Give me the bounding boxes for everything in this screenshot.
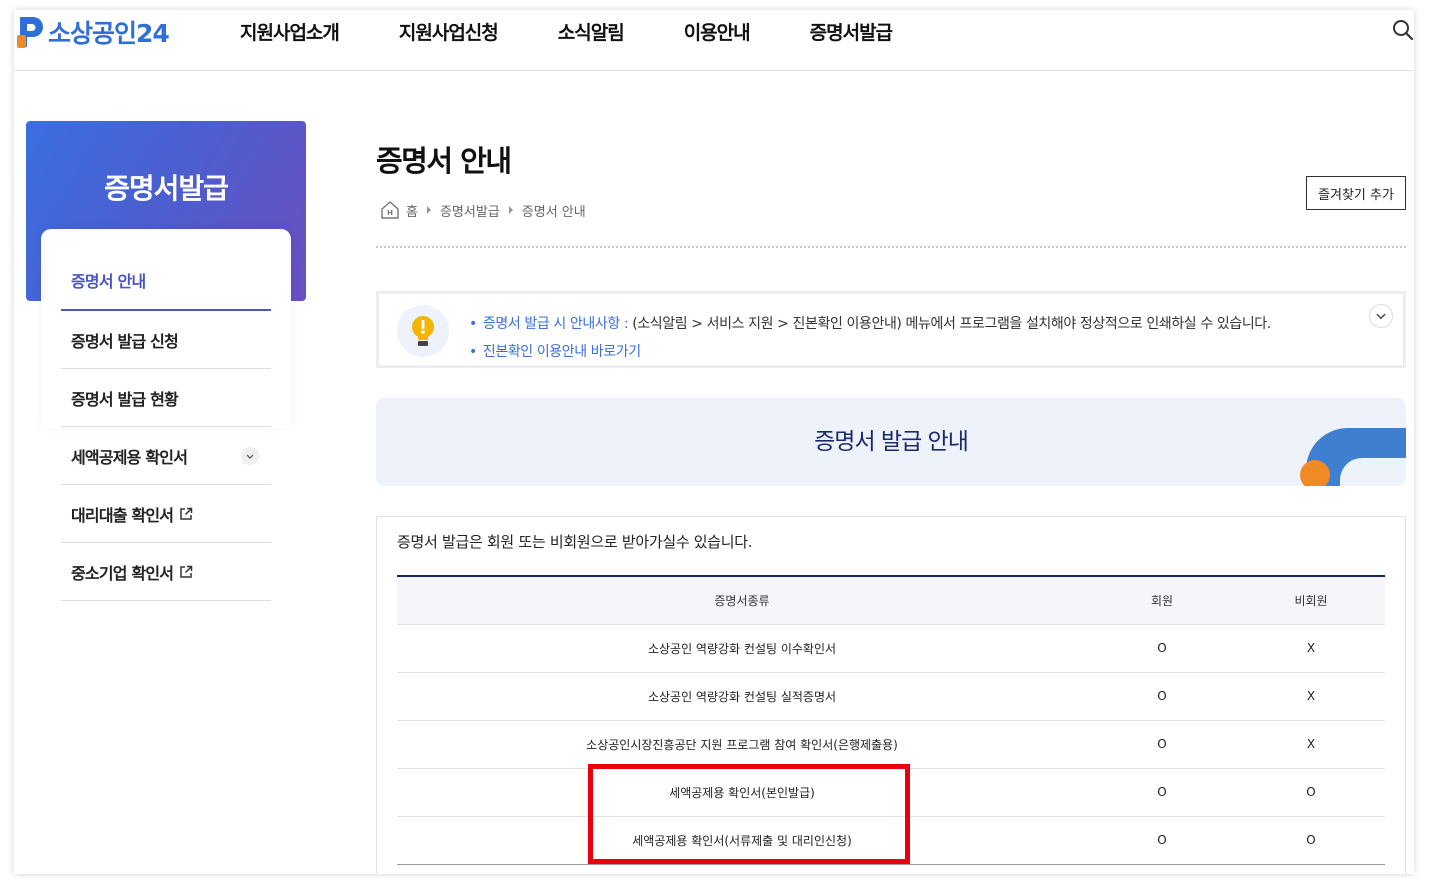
table-header-row: 증명서종류 회원 비회원: [397, 576, 1385, 624]
sidebar-item-label: 대리대출 확인서: [71, 505, 174, 525]
notice-text: • 증명서 발급 시 안내사항 : (소식알림 > 서비스 지원 > 진본확인 이…: [469, 310, 1271, 366]
cell-type: 소상공인 역량강화 컨설팅 실적증명서: [397, 671, 1087, 720]
divider: [376, 246, 1406, 248]
breadcrumb: H 홈 증명서발급 증명서 안내: [380, 200, 586, 220]
site-header: 소상공인24 지원사업소개 지원사업신청 소식알림 이용안내 증명서발급: [14, 10, 1414, 71]
sidebar-item-label: 증명서 안내: [71, 272, 146, 291]
section-banner: 증명서 발급 안내: [376, 398, 1406, 486]
sidebar-item-sme[interactable]: 중소기업 확인서: [61, 543, 271, 601]
cell-type: 소상공인 역량강화 컨설팅 이수확인서: [397, 623, 1087, 672]
chevron-down-icon[interactable]: [1369, 304, 1393, 328]
cell-member: O: [1087, 671, 1237, 720]
sidebar-item-certificate-apply[interactable]: 증명서 발급 신청: [61, 311, 271, 369]
sidebar-item-proxy-loan[interactable]: 대리대출 확인서: [61, 485, 271, 543]
nav-item-certificate[interactable]: 증명서발급: [810, 18, 893, 45]
notice-link-guide[interactable]: 증명서 발급 시 안내사항 :: [483, 316, 632, 332]
cell-nonmember: O: [1237, 767, 1385, 816]
notice-box: • 증명서 발급 시 안내사항 : (소식알림 > 서비스 지원 > 진본확인 이…: [376, 291, 1406, 368]
table-row: 소상공인시장진흥공단 지원 프로그램 참여 확인서(은행제출용) O X: [397, 719, 1385, 768]
external-link-icon: [180, 565, 193, 578]
table-row: 소상공인 역량강화 컨설팅 실적증명서 O X: [397, 671, 1385, 720]
breadcrumb-certificate[interactable]: 증명서발급: [440, 201, 500, 220]
table-row: 소상공인 역량강화 컨설팅 이수확인서 O X: [397, 623, 1385, 672]
sidebar-item-label: 증명서 발급 신청: [71, 331, 179, 351]
certificate-table: 증명서종류 회원 비회원 소상공인 역량강화 컨설팅 이수확인서 O X 소상공…: [397, 575, 1385, 865]
cell-type: 세액공제용 확인서(본인발급): [397, 767, 1087, 816]
breadcrumb-current: 증명서 안내: [521, 204, 586, 220]
lightbulb-icon: [397, 305, 449, 357]
notice-link-authentic[interactable]: 진본확인 이용안내 바로가기: [483, 344, 641, 360]
sidebar-item-label: 세액공제용 확인서: [71, 447, 188, 467]
column-header-member: 회원: [1150, 593, 1174, 608]
decorative-shape-icon: [1300, 428, 1406, 486]
cell-nonmember: X: [1237, 719, 1385, 768]
cell-nonmember: O: [1237, 815, 1385, 865]
svg-text:H: H: [387, 209, 393, 217]
cell-member: O: [1087, 623, 1237, 672]
sidebar-title: 증명서발급: [104, 172, 229, 205]
global-nav: 지원사업소개 지원사업신청 소식알림 이용안내 증명서발급: [240, 18, 952, 45]
table-row: 세액공제용 확인서(서류제출 및 대리인신청) O O: [397, 815, 1385, 865]
column-header-type: 증명서종류: [714, 593, 770, 608]
cell-member: O: [1087, 719, 1237, 768]
description-text: 증명서 발급은 회원 또는 비회원으로 받아가실수 있습니다.: [397, 533, 753, 551]
add-favorite-button[interactable]: 즐겨찾기 추가: [1306, 176, 1406, 210]
nav-item-support-intro[interactable]: 지원사업소개: [240, 18, 340, 45]
sidebar-item-tax-credit[interactable]: 세액공제용 확인서: [61, 427, 271, 485]
breadcrumb-separator-icon: [426, 206, 431, 214]
sidebar-item-certificate-guide[interactable]: 증명서 안내: [61, 251, 271, 311]
cell-member: O: [1087, 767, 1237, 816]
site-logo[interactable]: 소상공인24: [16, 14, 170, 50]
sidebar-item-certificate-status[interactable]: 증명서 발급 현황: [61, 369, 271, 427]
sidebar-menu: 증명서 안내 증명서 발급 신청 증명서 발급 현황 세액공제용 확인서 대리대…: [61, 255, 271, 601]
logo-text: 소상공인24: [48, 19, 170, 48]
cell-nonmember: X: [1237, 671, 1385, 720]
nav-item-guide[interactable]: 이용안내: [684, 18, 751, 45]
bullet-icon: •: [469, 344, 477, 360]
search-icon[interactable]: [1392, 19, 1414, 41]
browser-page: 소상공인24 지원사업소개 지원사업신청 소식알림 이용안내 증명서발급 증명서…: [14, 10, 1414, 874]
cell-type: 세액공제용 확인서(서류제출 및 대리인신청): [397, 815, 1087, 865]
external-link-icon: [180, 507, 193, 520]
sidebar-item-label: 중소기업 확인서: [71, 563, 174, 583]
section-banner-title: 증명서 발급 안내: [814, 429, 969, 455]
notice-body: (소식알림 > 서비스 지원 > 진본확인 이용안내) 메뉴에서 프로그램을 설…: [632, 316, 1271, 332]
nav-item-support-apply[interactable]: 지원사업신청: [399, 18, 499, 45]
page-title: 증명서 안내: [376, 144, 512, 178]
home-icon[interactable]: H: [380, 200, 400, 220]
table-row: 세액공제용 확인서(본인발급) O O: [397, 767, 1385, 816]
chevron-down-icon: [241, 447, 259, 465]
cell-type: 소상공인시장진흥공단 지원 프로그램 참여 확인서(은행제출용): [397, 719, 1087, 768]
bullet-icon: •: [469, 316, 477, 332]
column-header-nonmember: 비회원: [1294, 593, 1328, 608]
sidebar-item-label: 증명서 발급 현황: [71, 389, 179, 409]
logo-p-icon: [17, 17, 43, 48]
nav-item-news[interactable]: 소식알림: [558, 18, 625, 45]
cell-member: O: [1087, 815, 1237, 865]
certificate-info-box: 증명서 발급은 회원 또는 비회원으로 받아가실수 있습니다. 증명서종류 회원…: [376, 516, 1406, 874]
cell-nonmember: X: [1237, 623, 1385, 672]
breadcrumb-home[interactable]: 홈: [406, 201, 418, 220]
breadcrumb-separator-icon: [508, 206, 513, 214]
